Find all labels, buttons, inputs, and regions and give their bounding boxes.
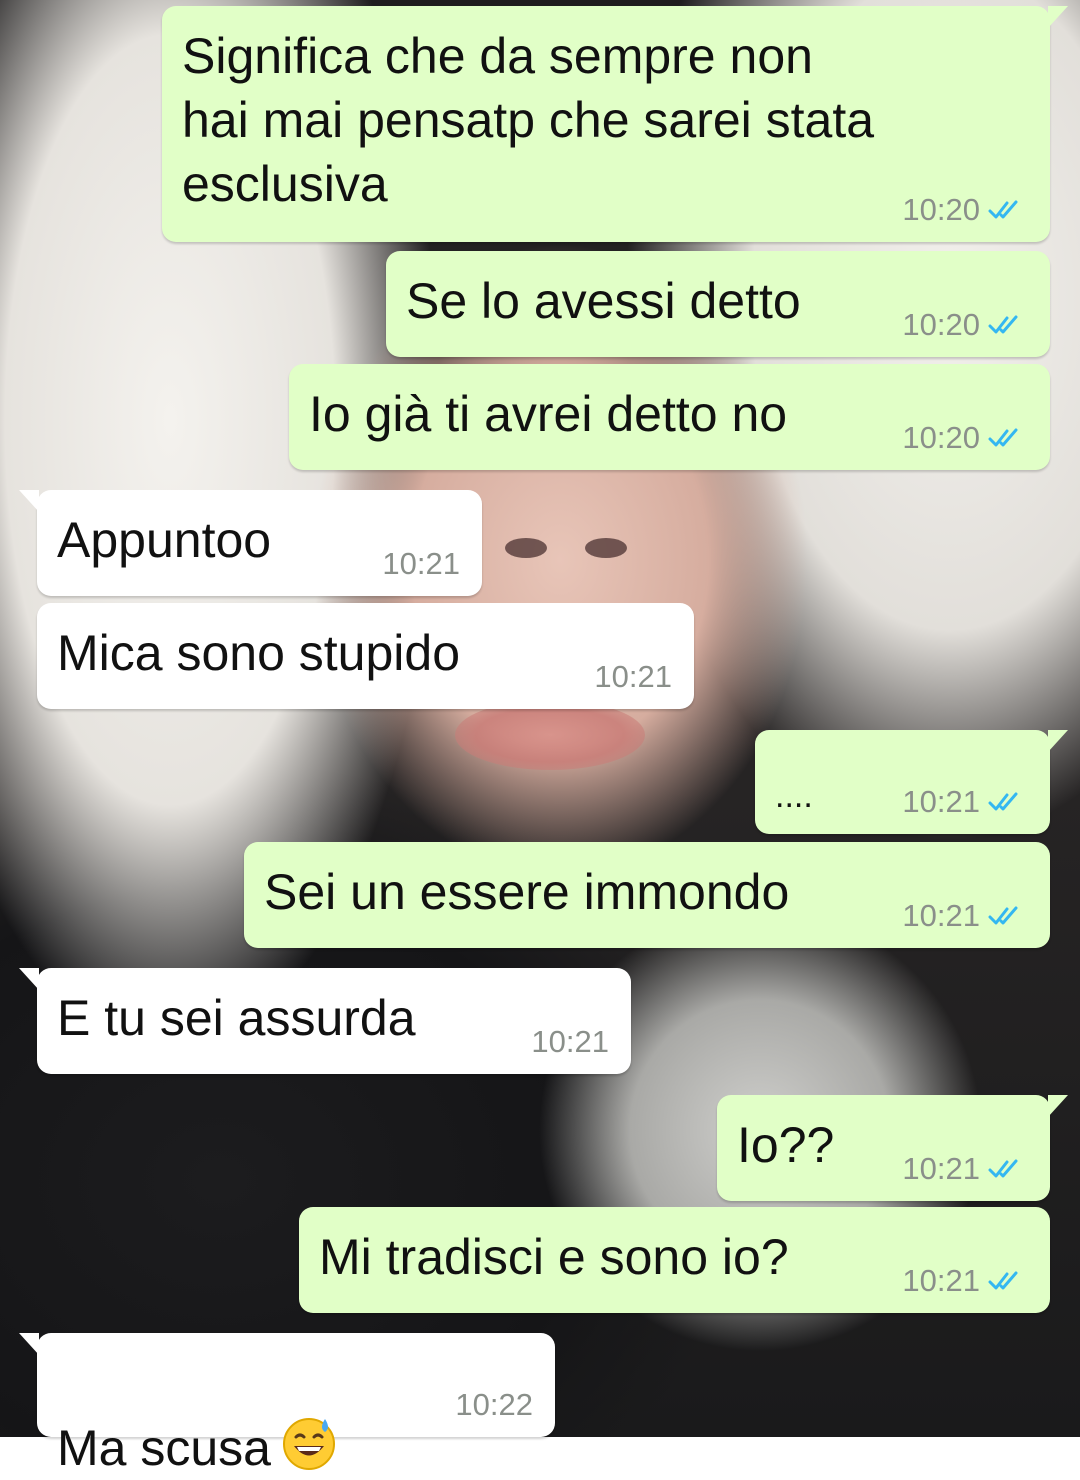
message-timestamp: 10:21 [902,1151,980,1186]
message-timestamp: 10:21 [902,898,980,933]
message-bubble-outgoing[interactable]: Io già ti avrei detto no 10:20 [289,364,1050,470]
message-bubble-outgoing[interactable]: Sei un essere immondo 10:21 [244,842,1050,948]
message-bubble-incoming[interactable]: E tu sei assurda 10:21 [19,968,631,1074]
message-timestamp: 10:21 [594,659,672,694]
message-meta: 10:21 [902,1263,1028,1299]
message-bubble-outgoing[interactable]: Mi tradisci e sono io? 10:21 [299,1207,1050,1313]
message-meta: 10:21 [902,1151,1028,1187]
message-text: Significa che da sempre non hai mai pens… [182,28,875,212]
message-text: E tu sei assurda [57,990,416,1046]
message-timestamp: 10:21 [382,546,460,581]
message-bubble-incoming[interactable]: Ma scusa 10:22 [19,1333,555,1476]
message-meta: 10:21 [902,898,1028,934]
message-timestamp: 10:21 [531,1024,609,1059]
message-bubble-outgoing[interactable]: Significa che da sempre non hai mai pens… [162,6,1068,242]
double-check-icon [988,200,1018,219]
message-text: Mi tradisci e sono io? [319,1229,789,1285]
message-timestamp: 10:20 [902,420,980,455]
message-meta: 10:21 [902,784,1028,820]
double-check-icon [988,315,1018,334]
message-meta: 10:20 [902,307,1028,343]
double-check-icon [988,906,1018,925]
wallpaper-nostril-right [585,538,627,558]
message-meta: 10:22 [455,1387,533,1423]
message-timestamp: 10:22 [455,1387,533,1422]
message-meta: 10:20 [902,420,1028,456]
grinning-face-with-sweat-icon [282,1418,335,1470]
message-text: Io?? [737,1117,835,1173]
message-text: Appuntoo [57,512,272,568]
message-meta: 10:21 [531,1024,609,1060]
message-timestamp: 10:20 [902,192,980,227]
message-meta: 10:21 [382,546,460,582]
message-bubble-outgoing[interactable]: Se lo avessi detto 10:20 [386,251,1050,357]
double-check-icon [988,1159,1018,1178]
message-timestamp: 10:21 [902,784,980,819]
message-text: .... [775,777,813,815]
message-text: Se lo avessi detto [406,273,801,329]
double-check-icon [988,428,1018,447]
double-check-icon [988,1271,1018,1290]
message-bubble-outgoing[interactable]: Io?? 10:21 [717,1095,1068,1201]
wallpaper-nostril-left [505,538,547,558]
wallpaper-lips [455,700,645,770]
message-text-content: Ma scusa [57,1420,271,1476]
message-text: Io già ti avrei detto no [309,386,788,442]
message-bubble-outgoing[interactable]: .... 10:21 [755,730,1068,834]
message-bubble-incoming[interactable]: Mica sono stupido 10:21 [37,603,694,709]
message-text: Sei un essere immondo [264,864,790,920]
message-text: Mica sono stupido [57,625,461,681]
message-meta: 10:21 [594,659,672,695]
message-meta: 10:20 [902,192,1028,228]
message-timestamp: 10:20 [902,307,980,342]
message-bubble-incoming[interactable]: Appuntoo 10:21 [19,490,482,596]
message-timestamp: 10:21 [902,1263,980,1298]
double-check-icon [988,792,1018,811]
message-text: Ma scusa [57,1351,337,1480]
